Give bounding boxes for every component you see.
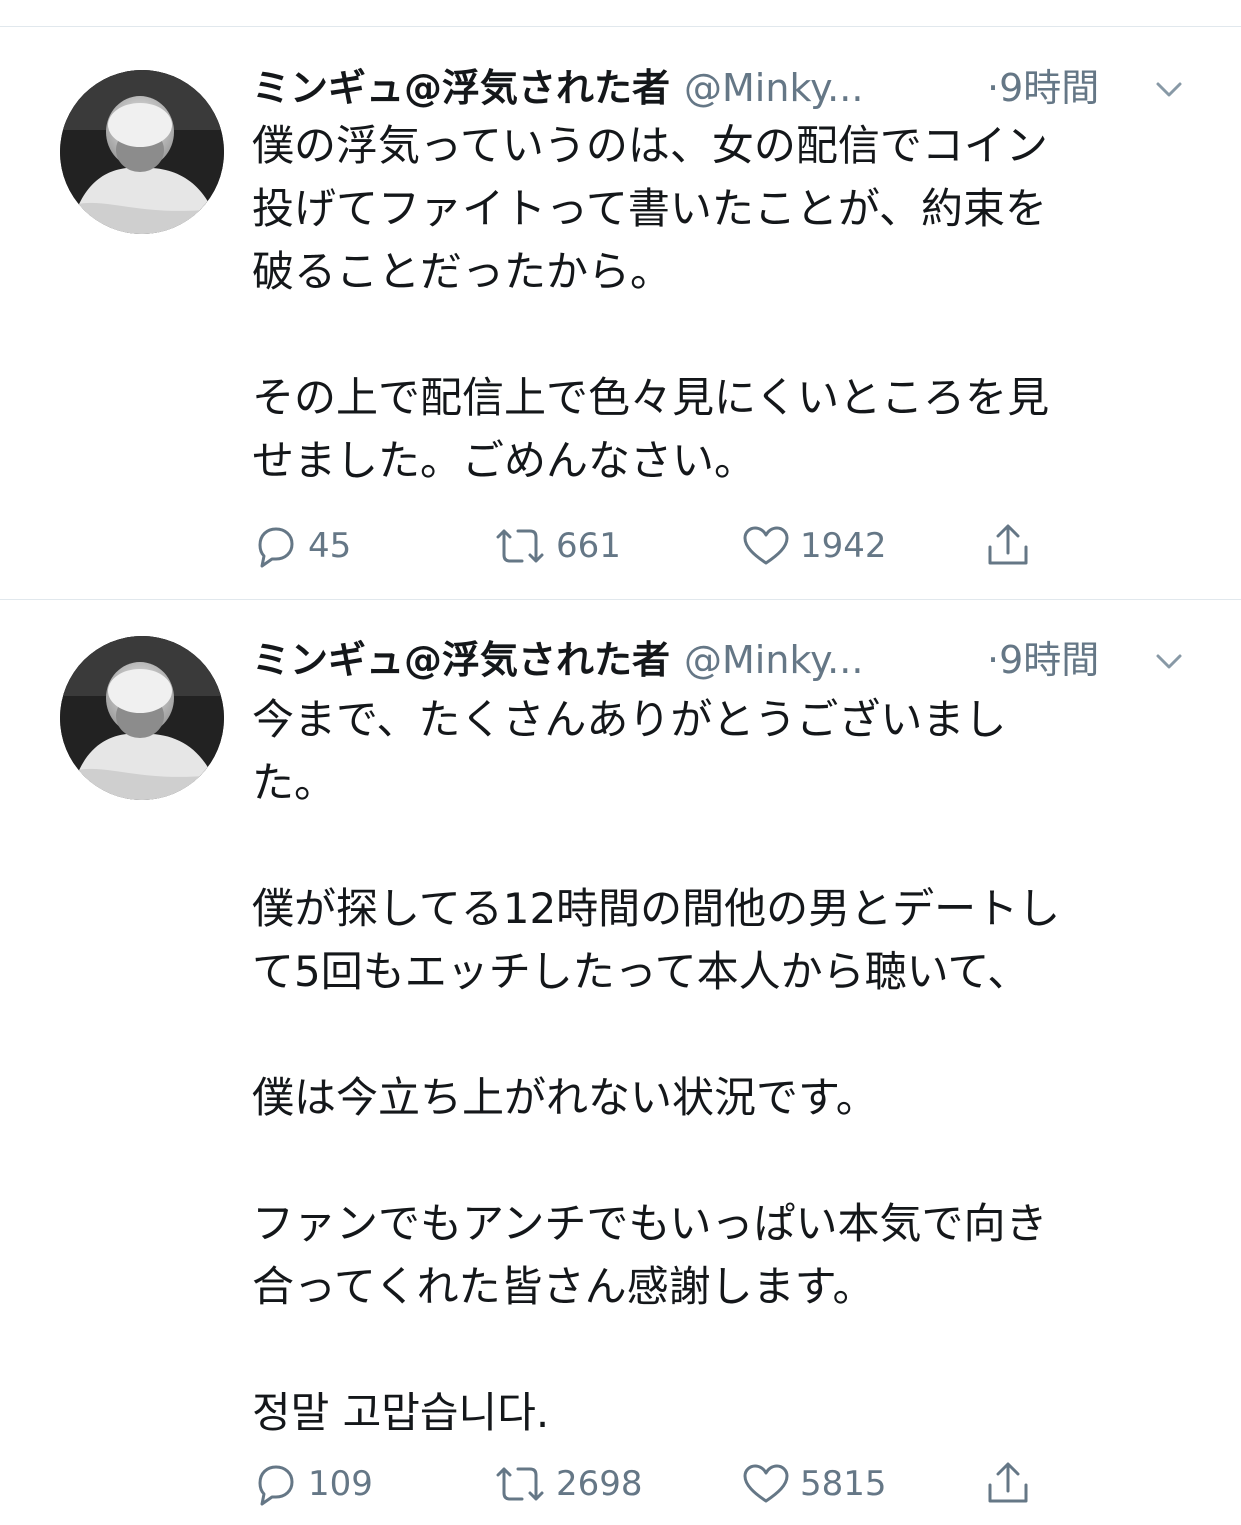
tweet-header: ミンギュ@浮気された者 @Minky... ·9時間 — [252, 58, 1192, 118]
tweet[interactable]: ミンギュ@浮気された者 @Minky... ·9時間 僕の浮気っていうのは、女の配… — [0, 58, 1241, 598]
tweet-actions: 109 2698 5815 — [252, 1460, 1052, 1508]
retweet-count: 2698 — [556, 1464, 643, 1504]
user-handle[interactable]: @Minky... — [684, 66, 863, 110]
tweet-paragraph: 今まで、たくさんありがとうございまし た。 — [252, 695, 1007, 807]
tweet-paragraph: ファンでもアンチでもいっぱい本気で向き 合ってくれた皆さん感謝します。 — [252, 1199, 1048, 1311]
tweet-paragraph: 僕が探してる12時間の間他の男とデートし て5回もエッチしたって本人から聴いて、 — [252, 884, 1061, 996]
chevron-down-icon[interactable] — [1154, 74, 1184, 104]
tweet-text: 今まで、たくさんありがとうございまし た。 僕が探してる12時間の間他の男とデー… — [252, 688, 1182, 1444]
heart-icon — [743, 526, 789, 565]
top-divider — [0, 26, 1241, 27]
tweet-paragraph: 정말 고맙습니다. — [252, 1388, 550, 1437]
tweet-text: 僕の浮気っていうのは、女の配信でコイン 投げてファイトって書いたことが、約束を … — [252, 114, 1182, 492]
share-icon — [988, 524, 1028, 565]
reply-count: 45 — [308, 526, 352, 566]
like-button[interactable]: 1942 — [740, 522, 887, 570]
like-button[interactable]: 5815 — [740, 1460, 887, 1508]
share-button[interactable] — [982, 1460, 1034, 1508]
retweet-icon — [496, 529, 544, 563]
reply-icon — [258, 1465, 294, 1506]
share-button[interactable] — [982, 522, 1034, 570]
retweet-button[interactable]: 2698 — [492, 1460, 643, 1508]
timestamp[interactable]: ·9時間 — [987, 58, 1099, 118]
retweet-count: 661 — [556, 526, 621, 566]
chevron-down-icon[interactable] — [1154, 646, 1184, 676]
tweet-actions: 45 661 1942 — [252, 522, 1052, 570]
reply-icon — [258, 527, 294, 568]
display-name[interactable]: ミンギュ@浮気された者 — [252, 66, 670, 110]
tweet-divider — [0, 599, 1241, 600]
retweet-button[interactable]: 661 — [492, 522, 621, 570]
avatar[interactable] — [60, 636, 224, 800]
reply-button[interactable]: 45 — [252, 522, 351, 570]
user-handle[interactable]: @Minky... — [684, 638, 863, 682]
like-count: 5815 — [800, 1464, 887, 1504]
avatar[interactable] — [60, 70, 224, 234]
display-name[interactable]: ミンギュ@浮気された者 — [252, 638, 670, 682]
timestamp[interactable]: ·9時間 — [987, 630, 1099, 690]
heart-icon — [743, 1464, 789, 1503]
reply-button[interactable]: 109 — [252, 1460, 373, 1508]
like-count: 1942 — [800, 526, 887, 566]
share-icon — [988, 1462, 1028, 1503]
tweet-header: ミンギュ@浮気された者 @Minky... ·9時間 — [252, 630, 1192, 690]
tweet-paragraph: その上で配信上で色々見にくいところを見 せました。ごめんなさい。 — [252, 373, 1050, 485]
tweet-paragraph: 僕は今立ち上がれない状況です。 — [252, 1073, 878, 1122]
reply-count: 109 — [308, 1464, 373, 1504]
tweet[interactable]: ミンギュ@浮気された者 @Minky... ·9時間 今まで、たくさんありがとうご… — [0, 630, 1241, 1525]
tweet-paragraph: 僕の浮気っていうのは、女の配信でコイン 投げてファイトって書いたことが、約束を … — [252, 121, 1048, 296]
retweet-icon — [496, 1467, 544, 1501]
